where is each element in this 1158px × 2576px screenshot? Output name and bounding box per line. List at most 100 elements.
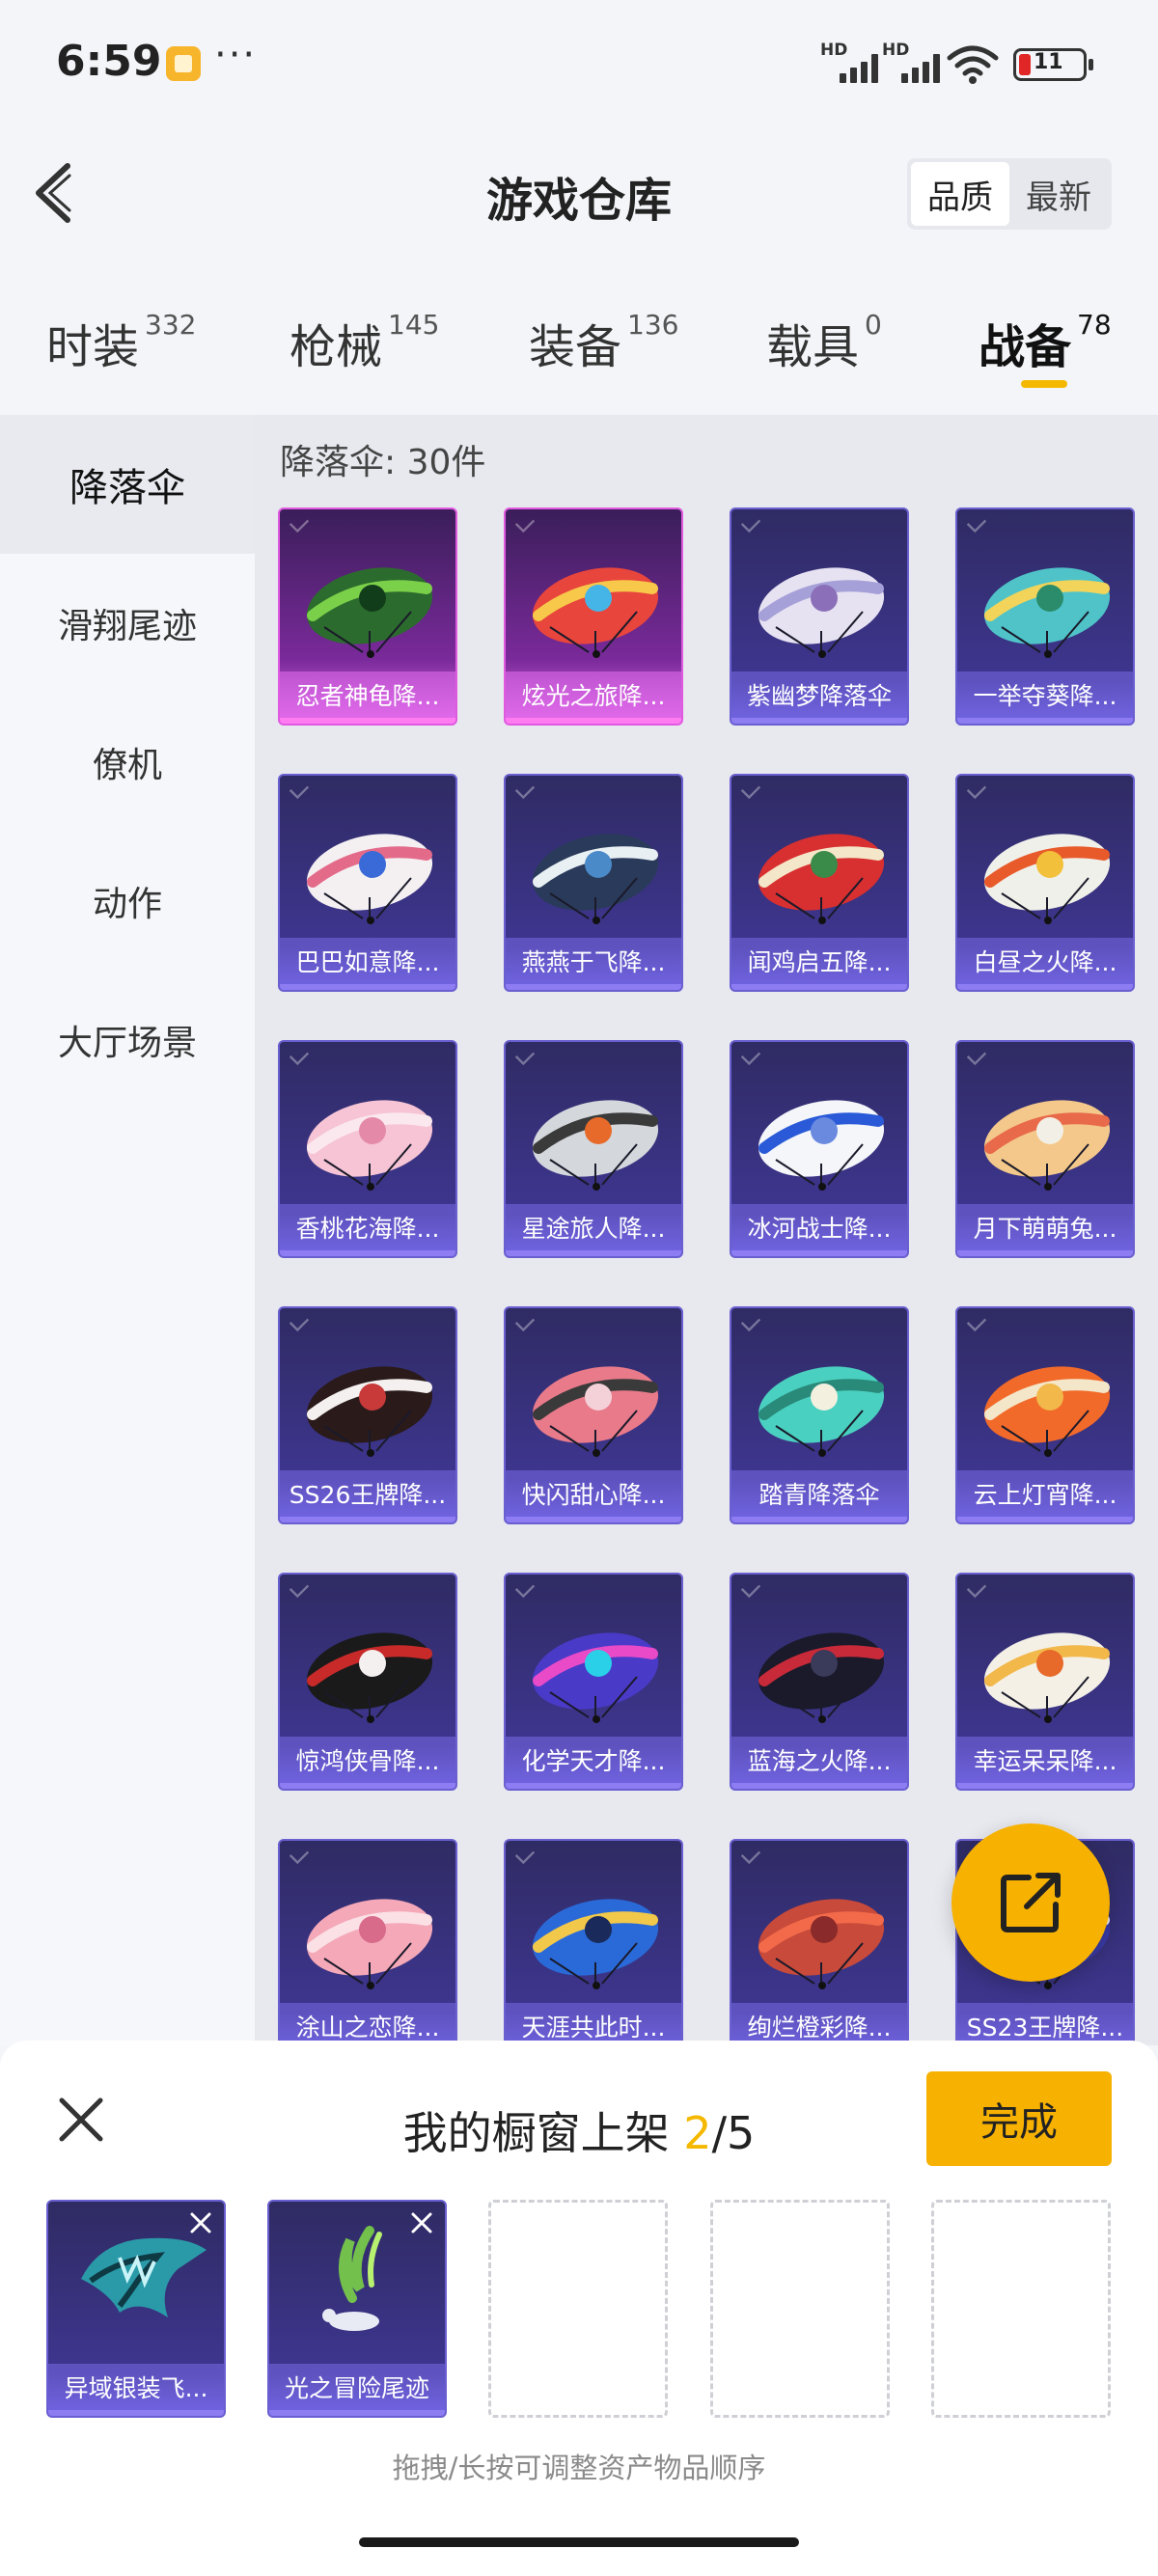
showcase-slot-3[interactable] <box>488 2200 668 2418</box>
sort-quality-option[interactable]: 品质 <box>911 162 1009 226</box>
parachute-icon <box>306 1632 433 1723</box>
sort-toggle[interactable]: 品质 最新 <box>907 158 1112 230</box>
remove-icon[interactable] <box>187 2209 214 2236</box>
parachute-item-card[interactable]: 快闪甜心降... <box>504 1306 683 1524</box>
rarity-bar <box>957 718 1133 724</box>
remove-icon[interactable] <box>408 2209 435 2236</box>
tab-equipment[interactable]: 装备 136 <box>529 309 678 376</box>
checkmark-icon <box>966 512 987 534</box>
checkmark-icon <box>514 1045 536 1066</box>
checkmark-icon <box>966 1577 987 1599</box>
tab-vehicles[interactable]: 载具 0 <box>766 309 882 376</box>
parachute-item-card[interactable]: 化学天才降... <box>504 1573 683 1791</box>
parachute-item-card[interactable]: 炫光之旅降... <box>504 507 683 726</box>
rarity-bar <box>731 984 907 990</box>
item-name: 忍者神龟降... <box>280 671 455 718</box>
parachute-item-card[interactable]: 天涯共此时... <box>504 1839 683 2045</box>
parachute-icon <box>306 1899 433 1989</box>
share-button[interactable] <box>951 1823 1110 1982</box>
showcase-total-count: /5 <box>711 2107 756 2159</box>
rarity-bar <box>957 1517 1133 1522</box>
showcase-slot-2[interactable]: 光之冒险尾迹 <box>267 2200 447 2418</box>
reorder-hint: 拖拽/长按可调整资产物品顺序 <box>392 2452 766 2484</box>
parachute-item-card[interactable]: 踏青降落伞 <box>730 1306 909 1524</box>
sidebar-item-lobby-scene[interactable]: 大厅场景 <box>0 971 255 1110</box>
parachute-item-card[interactable]: 燕燕于飞降... <box>504 774 683 992</box>
checkmark-icon <box>740 1844 761 1865</box>
share-icon <box>1001 1873 1061 1932</box>
showcase-slot-5[interactable] <box>931 2200 1111 2418</box>
app-notification-icon <box>166 46 201 81</box>
parachute-item-card[interactable]: 云上灯宵降... <box>955 1306 1135 1524</box>
done-button[interactable]: 完成 <box>926 2071 1112 2166</box>
tab-label: 载具 <box>766 320 860 374</box>
showcase-slot-1[interactable]: 异域银装飞... <box>46 2200 226 2418</box>
parachute-item-card[interactable]: 惊鸿侠骨降... <box>278 1573 457 1791</box>
battery-icon: 11 <box>1013 48 1093 81</box>
item-name: 幸运呆呆降... <box>957 1737 1133 1783</box>
parachute-icon <box>532 1366 659 1457</box>
parachute-item-card[interactable]: 一举夺葵降... <box>955 507 1135 726</box>
checkmark-icon <box>289 1311 310 1332</box>
parachute-item-card[interactable]: 星途旅人降... <box>504 1040 683 1258</box>
item-name: 紫幽梦降落伞 <box>731 671 907 718</box>
status-time: 6:59 <box>56 37 162 86</box>
category-tabs: 时装 332 枪械 145 装备 136 载具 0 战备 78 <box>0 299 1158 405</box>
sort-newest-option[interactable]: 最新 <box>1009 162 1108 226</box>
rarity-bar <box>957 1250 1133 1256</box>
sidebar-item-glide-trail[interactable]: 滑翔尾迹 <box>0 554 255 693</box>
parachute-item-card[interactable]: 月下萌萌兔... <box>955 1040 1135 1258</box>
sidebar-item-parachute[interactable]: 降落伞 <box>0 415 255 554</box>
parachute-item-card[interactable]: 白昼之火降... <box>955 774 1135 992</box>
parachute-icon <box>758 567 885 658</box>
parachute-item-card[interactable]: 绚烂橙彩降... <box>730 1839 909 2045</box>
parachute-item-card[interactable]: 紫幽梦降落伞 <box>730 507 909 726</box>
tab-label: 时装 <box>46 320 140 374</box>
parachute-item-card[interactable]: 香桃花海降... <box>278 1040 457 1258</box>
tab-battle-prep[interactable]: 战备 78 <box>979 309 1112 376</box>
rarity-bar <box>957 984 1133 990</box>
wifi-icon <box>947 45 999 84</box>
checkmark-icon <box>514 512 536 534</box>
showcase-slot-4[interactable] <box>710 2200 890 2418</box>
parachute-icon <box>983 567 1111 658</box>
parachute-item-card[interactable]: 巴巴如意降... <box>278 774 457 992</box>
item-name: 闻鸡启五降... <box>731 938 907 984</box>
showcase-title-text: 我的橱窗上架 <box>402 2107 684 2159</box>
sidebar-item-wingman[interactable]: 僚机 <box>0 693 255 832</box>
subcategory-sidebar: 降落伞 滑翔尾迹 僚机 动作 大厅场景 <box>0 415 255 2045</box>
tab-count: 78 <box>1077 309 1112 341</box>
parachute-item-card[interactable]: 幸运呆呆降... <box>955 1573 1135 1791</box>
more-notifications-icon: ··· <box>214 33 258 77</box>
parachute-icon <box>306 834 433 924</box>
item-count-label: 降落伞: 30件 <box>280 443 486 482</box>
tab-weapons[interactable]: 枪械 145 <box>290 309 439 376</box>
rarity-bar <box>506 718 681 724</box>
checkmark-icon <box>966 1311 987 1332</box>
parachute-icon <box>306 567 433 658</box>
tab-fashion[interactable]: 时装 332 <box>46 309 196 376</box>
parachute-item-card[interactable]: 冰河战士降... <box>730 1040 909 1258</box>
tab-label: 装备 <box>529 320 622 374</box>
item-grid-panel: 降落伞: 30件 忍者神龟降... 炫光之旅降... 紫幽梦降落伞 一举夺葵降... 巴… <box>255 415 1158 2045</box>
trail-figure-icon <box>322 2226 382 2331</box>
parachute-item-card[interactable]: SS26王牌降... <box>278 1306 457 1524</box>
parachute-icon <box>532 1100 659 1191</box>
parachute-icon <box>758 1100 885 1191</box>
parachute-item-card[interactable]: 忍者神龟降... <box>278 507 457 726</box>
item-name: 蓝海之火降... <box>731 1737 907 1783</box>
active-tab-indicator <box>1021 380 1067 388</box>
item-name: 快闪甜心降... <box>506 1470 681 1517</box>
item-name: 踏青降落伞 <box>731 1470 907 1517</box>
parachute-item-card[interactable]: 闻鸡启五降... <box>730 774 909 992</box>
signal-icon-2: HD <box>882 41 944 83</box>
rarity-bar <box>280 718 455 724</box>
rarity-bar <box>280 1250 455 1256</box>
parachute-item-card[interactable]: 蓝海之火降... <box>730 1573 909 1791</box>
checkmark-icon <box>740 1045 761 1066</box>
rarity-bar <box>280 1783 455 1789</box>
sidebar-item-emote[interactable]: 动作 <box>0 832 255 971</box>
rarity-bar <box>731 1517 907 1522</box>
parachute-item-card[interactable]: 涂山之恋降... <box>278 1839 457 2045</box>
slot-item-name: 光之冒险尾迹 <box>269 2364 445 2410</box>
